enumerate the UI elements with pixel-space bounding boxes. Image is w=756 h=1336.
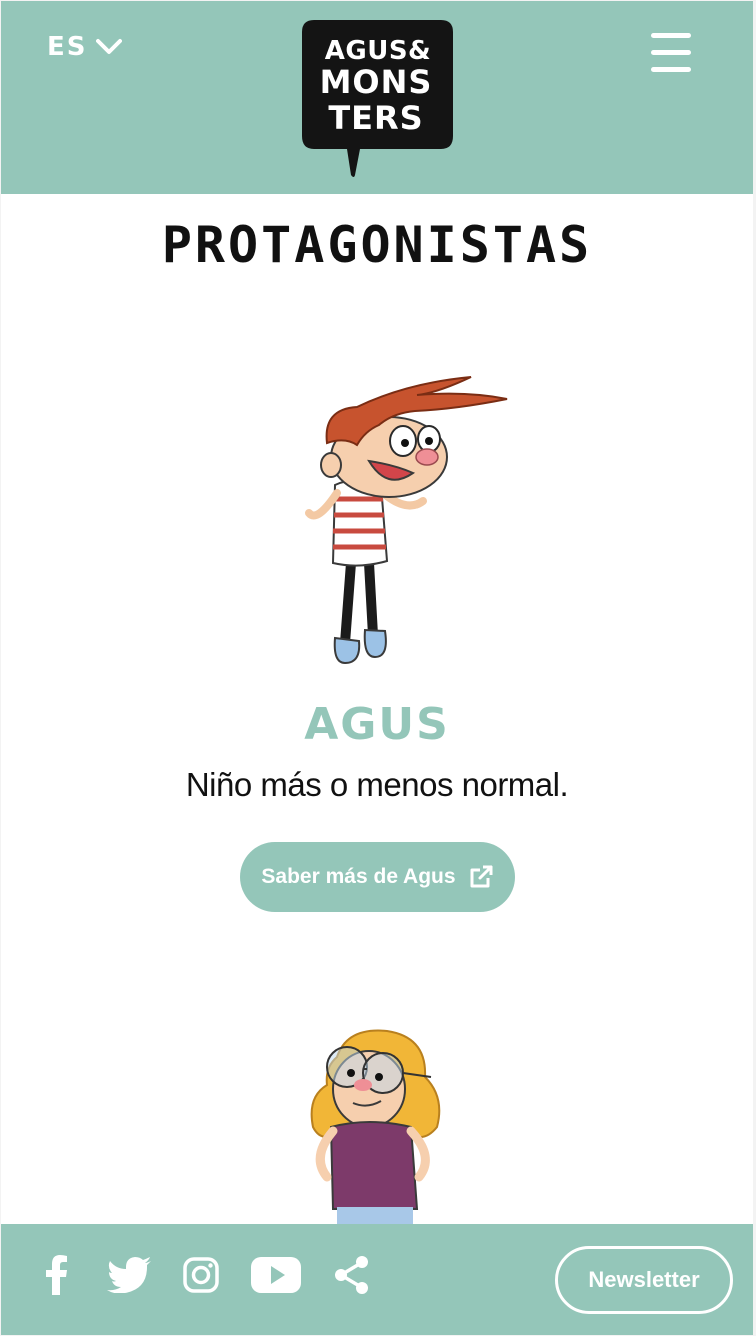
facebook-link[interactable] bbox=[43, 1254, 71, 1296]
learn-more-button[interactable]: Saber más de Agus bbox=[240, 842, 515, 912]
agus-illustration bbox=[305, 376, 508, 665]
facebook-icon bbox=[46, 1255, 67, 1295]
instagram-icon bbox=[183, 1257, 219, 1293]
hamburger-menu-icon[interactable] bbox=[649, 31, 693, 77]
language-label: ES bbox=[47, 32, 88, 62]
site-footer: Newsletter bbox=[1, 1224, 753, 1335]
twitter-link[interactable] bbox=[105, 1254, 153, 1296]
instagram-link[interactable] bbox=[181, 1254, 221, 1296]
share-link[interactable] bbox=[331, 1254, 371, 1296]
share-icon bbox=[335, 1256, 368, 1294]
logo-line-3: TERS bbox=[328, 99, 423, 137]
character-description: Niño más o menos normal. bbox=[185, 766, 569, 803]
page: ES AGUS& MONS TERS PROTAGONISTAS AGUS Ni… bbox=[1, 1, 753, 1335]
logo-line-2: MONS bbox=[320, 63, 433, 101]
learn-more-label: Saber más de Agus bbox=[261, 865, 456, 888]
site-header: ES AGUS& MONS TERS bbox=[1, 1, 753, 194]
twitter-icon bbox=[107, 1257, 151, 1293]
agus-monsters-logo[interactable]: AGUS& MONS TERS bbox=[300, 18, 455, 183]
character-name: AGUS bbox=[304, 699, 450, 750]
second-character-illustration bbox=[310, 1029, 441, 1227]
chevron-down-icon bbox=[95, 39, 122, 54]
language-selector[interactable]: ES bbox=[47, 31, 122, 63]
youtube-link[interactable] bbox=[249, 1254, 303, 1296]
youtube-icon bbox=[251, 1257, 301, 1293]
external-link-icon bbox=[470, 865, 493, 888]
page-title: PROTAGONISTAS bbox=[161, 216, 593, 274]
newsletter-button[interactable]: Newsletter bbox=[555, 1246, 733, 1314]
logo-line-1: AGUS& bbox=[325, 36, 431, 66]
